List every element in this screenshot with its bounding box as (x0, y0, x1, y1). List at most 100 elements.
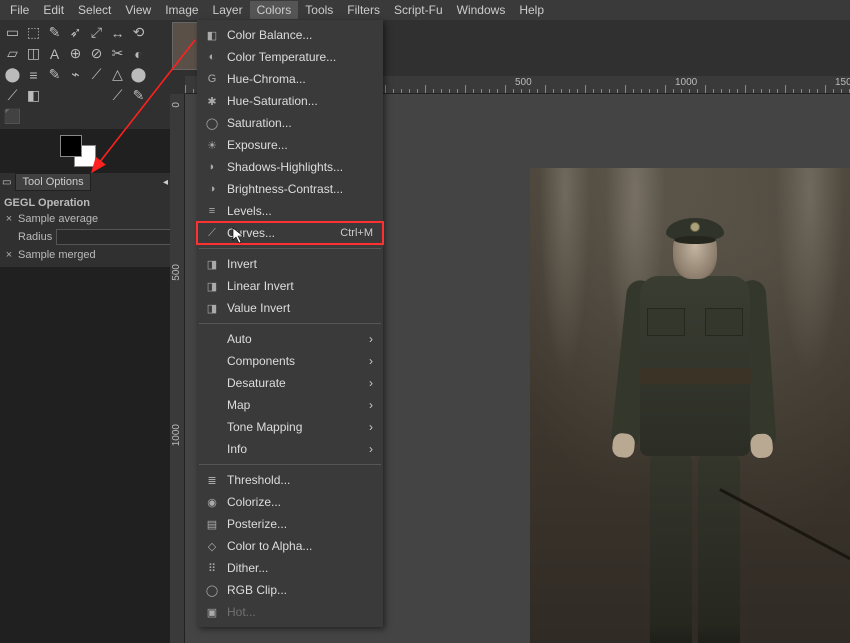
menu-item-brightness-contrast[interactable]: ◑Brightness-Contrast... (197, 178, 383, 200)
menu-item-desaturate[interactable]: Desaturate› (197, 372, 383, 394)
menu-item-label: Color to Alpha... (227, 539, 373, 553)
alpha-icon: ◇ (203, 538, 221, 554)
exposure-icon: ☀ (203, 137, 221, 153)
tool-23[interactable] (44, 85, 65, 106)
tool-19[interactable]: △ (107, 64, 128, 85)
hue-icon: G (203, 71, 221, 87)
rgb-icon: ◯ (203, 582, 221, 598)
tool-options-heading: GEGL Operation (4, 195, 166, 211)
menu-item-color-balance[interactable]: ◧ Color Balance... (197, 24, 383, 46)
tool-28[interactable]: ⬛ (2, 106, 23, 127)
tool-27[interactable]: ✎ (128, 85, 149, 106)
tool-12[interactable]: ✂ (107, 43, 128, 64)
menu-item-curves[interactable]: ⟋Curves...Ctrl+M (197, 222, 383, 244)
tool-options-tab[interactable]: Tool Options (15, 173, 90, 191)
menu-item-label: Desaturate (227, 376, 369, 390)
menu-item-value-invert[interactable]: ◨Value Invert (197, 297, 383, 319)
tool-5[interactable]: ↔ (107, 22, 128, 43)
menu-image[interactable]: Image (158, 1, 205, 19)
valinvert-icon: ◨ (203, 300, 221, 316)
tool-8[interactable]: ◫ (23, 43, 44, 64)
menu-item-hue-saturation[interactable]: ✱Hue-Saturation... (197, 90, 383, 112)
tool-24[interactable] (65, 85, 86, 106)
radius-label: Radius (18, 231, 52, 243)
menu-item-components[interactable]: Components› (197, 350, 383, 372)
fg-color[interactable] (60, 135, 82, 157)
menu-tools[interactable]: Tools (298, 1, 340, 19)
menu-view[interactable]: View (118, 1, 158, 19)
menu-item-linear-invert[interactable]: ◨ Linear Invert (197, 275, 383, 297)
sample-merged-label: Sample merged (18, 249, 96, 261)
menu-item-label: Tone Mapping (227, 420, 369, 434)
menu-item-saturation[interactable]: ◯Saturation... (197, 112, 383, 134)
lininvert-icon: ◨ (203, 278, 221, 294)
menu-item-label: Invert (227, 257, 373, 271)
tool-7[interactable]: ▱ (2, 43, 23, 64)
tool-26[interactable]: ⟋ (107, 85, 128, 106)
menu-item-exposure[interactable]: ☀Exposure... (197, 134, 383, 156)
menu-item-auto[interactable]: Auto› (197, 328, 383, 350)
menu-item-dither[interactable]: ⠿Dither... (197, 557, 383, 579)
menu-item-rgb-clip[interactable]: ◯RGB Clip... (197, 579, 383, 601)
tool-20[interactable]: ⬤ (128, 64, 149, 85)
menu-file[interactable]: File (3, 1, 36, 19)
tool-21[interactable]: ⟋ (2, 85, 23, 106)
tool-1[interactable]: ⬚ (23, 22, 44, 43)
menu-layer[interactable]: Layer (206, 1, 250, 19)
menu-item-levels[interactable]: ≡Levels... (197, 200, 383, 222)
menu-script-fu[interactable]: Script-Fu (387, 1, 450, 19)
levels-icon: ≡ (203, 203, 221, 219)
close-icon[interactable]: × (4, 249, 14, 261)
panel-menu-icon[interactable]: ◂ (163, 177, 168, 188)
tool-22[interactable]: ◧ (23, 85, 44, 106)
menu-help[interactable]: Help (512, 1, 551, 19)
menu-item-color-to-alpha[interactable]: ◇ Color to Alpha... (197, 535, 383, 557)
tool-25[interactable] (86, 85, 107, 106)
menu-item-label: Color Balance... (227, 28, 373, 42)
color-swatch[interactable] (60, 135, 100, 169)
menu-item-hue-chroma[interactable]: GHue-Chroma... (197, 68, 383, 90)
shadows-icon: ◗ (203, 159, 221, 175)
ruler-vertical: 05001000 (170, 94, 185, 643)
menubar: FileEditSelectViewImageLayerColorsToolsF… (0, 0, 850, 20)
menu-windows[interactable]: Windows (450, 1, 513, 19)
menu-item-colorize[interactable]: ◉Colorize... (197, 491, 383, 513)
menu-colors[interactable]: Colors (250, 1, 299, 19)
menu-edit[interactable]: Edit (36, 1, 71, 19)
tool-13[interactable]: ◐ (128, 43, 149, 64)
menu-item-invert[interactable]: ◨ Invert (197, 253, 383, 275)
menu-item-shadows-highlights[interactable]: ◗Shadows-Highlights... (197, 156, 383, 178)
menu-select[interactable]: Select (71, 1, 118, 19)
menu-filters[interactable]: Filters (340, 1, 387, 19)
tool-3[interactable]: ➶ (65, 22, 86, 43)
invert-icon: ◨ (203, 256, 221, 272)
close-icon[interactable]: × (4, 213, 14, 225)
temp-icon: ◐ (203, 49, 221, 65)
menu-item-map[interactable]: Map› (197, 394, 383, 416)
ruler-h-tick: 500 (515, 77, 532, 88)
menu-separator (199, 248, 381, 249)
tool-2[interactable]: ✎ (44, 22, 65, 43)
tool-6[interactable]: ⟲ (128, 22, 149, 43)
tool-11[interactable]: ⊘ (86, 43, 107, 64)
menu-item-label: Posterize... (227, 517, 373, 531)
tool-16[interactable]: ✎ (44, 64, 65, 85)
menu-item-tone-mapping[interactable]: Tone Mapping› (197, 416, 383, 438)
menu-item-posterize[interactable]: ▤Posterize... (197, 513, 383, 535)
menu-item-label: Linear Invert (227, 279, 373, 293)
balance-icon: ◧ (203, 27, 221, 43)
menu-item-color-temperature[interactable]: ◐Color Temperature... (197, 46, 383, 68)
tool-9[interactable]: A (44, 43, 65, 64)
tool-4[interactable]: ⤢ (86, 22, 107, 43)
menu-item-label: Map (227, 398, 369, 412)
tool-18[interactable]: ⟋ (86, 64, 107, 85)
menu-item-label: Threshold... (227, 473, 373, 487)
menu-item-info[interactable]: Info› (197, 438, 383, 460)
tool-10[interactable]: ⊕ (65, 43, 86, 64)
tool-17[interactable]: ⌁ (65, 64, 86, 85)
tool-14[interactable]: ⬤ (2, 64, 23, 85)
dither-icon: ⠿ (203, 560, 221, 576)
tool-15[interactable]: ≡ (23, 64, 44, 85)
tool-0[interactable]: ▭ (2, 22, 23, 43)
menu-item-threshold[interactable]: ≣Threshold... (197, 469, 383, 491)
